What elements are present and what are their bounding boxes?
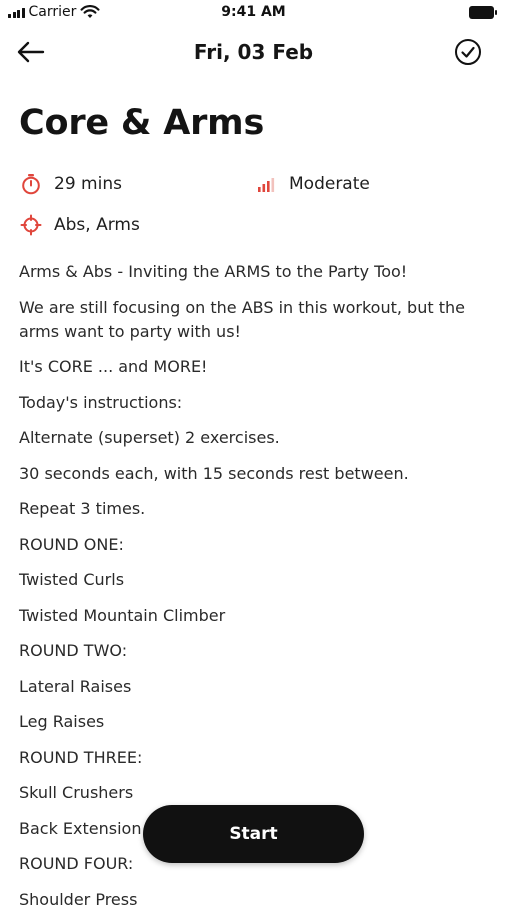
nav-bar: Fri, 03 Feb xyxy=(0,30,507,74)
focus-text: Abs, Arms xyxy=(54,215,140,235)
description-line: ROUND ONE: xyxy=(19,534,124,554)
description-line: Arms & Abs - Inviting the ARMS to the Pa… xyxy=(19,262,408,281)
target-icon xyxy=(19,213,43,237)
description-line: It's CORE ... and MORE! xyxy=(19,357,208,376)
duration-text: 29 mins xyxy=(54,174,122,194)
description-line: Skull Crushers xyxy=(19,783,134,802)
status-time: 9:41 AM xyxy=(221,4,286,20)
duration-row: 29 mins xyxy=(19,172,122,196)
page-date-title: Fri, 03 Feb xyxy=(193,40,314,64)
description-line: Twisted Mountain Climber xyxy=(19,605,226,625)
stopwatch-icon xyxy=(19,172,43,196)
status-bar: Carrier 9:41 AM xyxy=(0,0,507,26)
description-line: Lateral Raises xyxy=(19,676,132,696)
description-line: Today's instructions: xyxy=(19,392,183,412)
start-button[interactable]: Start xyxy=(143,805,364,863)
description-line: Alternate (superset) 2 exercises. xyxy=(19,428,280,447)
description-line: 30 seconds each, with 15 seconds rest be… xyxy=(19,463,409,483)
description-line: Leg Raises xyxy=(19,712,105,731)
description-line: We are still focusing on the ABS in this… xyxy=(19,297,465,341)
description-line: ROUND THREE: xyxy=(19,747,143,767)
intensity-bars-icon xyxy=(254,172,278,196)
intensity-text: Moderate xyxy=(289,174,370,194)
description-line: Twisted Curls xyxy=(19,570,125,589)
intensity-row: Moderate xyxy=(254,172,370,196)
workout-title: Core & Arms xyxy=(19,103,265,143)
description-line: Repeat 3 times. xyxy=(19,499,146,518)
battery-icon xyxy=(469,6,498,19)
complete-button[interactable] xyxy=(453,37,483,67)
focus-row: Abs, Arms xyxy=(19,213,140,237)
check-circle-icon xyxy=(455,39,481,65)
description-line: ROUND TWO: xyxy=(19,641,128,660)
